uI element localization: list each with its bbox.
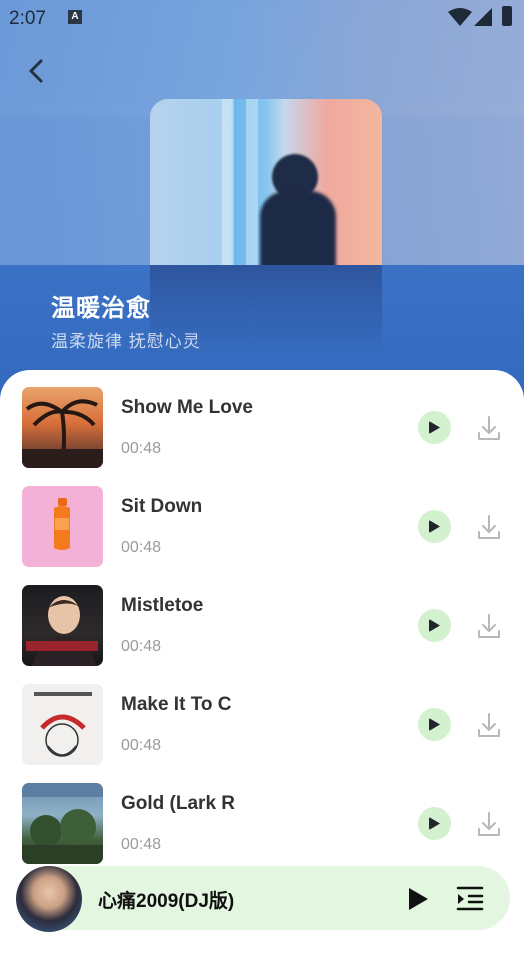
playlist-title: 温暖治愈 [51, 295, 151, 322]
song-row[interactable]: Make It To C 00:48 [0, 667, 524, 766]
palm-tree-art [22, 399, 103, 468]
mini-player-bar[interactable] [16, 866, 510, 930]
song-cover-thumb [22, 783, 103, 864]
wifi-icon [448, 8, 472, 26]
battery-icon [502, 6, 512, 26]
download-icon[interactable] [477, 711, 501, 739]
song-row[interactable]: Mistletoe 00:48 [0, 568, 524, 667]
play-button[interactable] [418, 708, 451, 741]
trees-art [22, 783, 103, 864]
song-title: Gold (Lark R [121, 793, 236, 814]
playlist-cover-image [150, 99, 382, 265]
song-title: Make It To C [121, 694, 232, 715]
song-cover-thumb [22, 387, 103, 468]
back-chevron-icon[interactable] [22, 55, 52, 87]
download-icon[interactable] [477, 612, 501, 640]
song-duration: 00:48 [121, 836, 162, 853]
download-icon[interactable] [477, 414, 501, 442]
play-button[interactable] [418, 609, 451, 642]
song-duration: 00:48 [121, 737, 162, 754]
play-icon[interactable] [404, 884, 432, 914]
portrait-art [26, 596, 98, 666]
song-duration: 00:48 [121, 539, 162, 556]
status-bar: 2:07 A [0, 0, 524, 36]
play-button[interactable] [418, 510, 451, 543]
orange-bottle-art [54, 498, 70, 550]
song-title: Mistletoe [121, 595, 204, 616]
song-title: Sit Down [121, 496, 203, 517]
song-cover-thumb [22, 684, 103, 765]
song-duration: 00:48 [121, 638, 162, 655]
now-playing-title[interactable]: 心痛2009(DJ版) [98, 886, 234, 913]
cover-light-stripe [222, 99, 234, 265]
download-icon[interactable] [477, 513, 501, 541]
playlist-subtitle: 温柔旋律 抚慰心灵 [51, 332, 201, 351]
play-button[interactable] [418, 411, 451, 444]
song-row[interactable]: Gold (Lark R 00:48 [0, 766, 524, 865]
play-button[interactable] [418, 807, 451, 840]
status-time: 2:07 [9, 8, 46, 29]
notification-a-icon: A [68, 10, 82, 24]
song-row[interactable]: Show Me Love 00:48 [0, 370, 524, 469]
song-title: Show Me Love [121, 397, 253, 418]
download-icon[interactable] [477, 810, 501, 838]
santa-sketch-art [34, 692, 92, 757]
playlist-queue-icon[interactable] [455, 884, 485, 912]
cover-light-stripe [246, 99, 258, 265]
song-duration: 00:48 [121, 440, 162, 457]
cover-figure-body [260, 191, 336, 265]
song-cover-thumb [22, 585, 103, 666]
signal-icon [474, 8, 492, 26]
song-cover-thumb [22, 486, 103, 567]
song-row[interactable]: Sit Down 00:48 [0, 469, 524, 568]
now-playing-avatar[interactable] [16, 866, 82, 932]
